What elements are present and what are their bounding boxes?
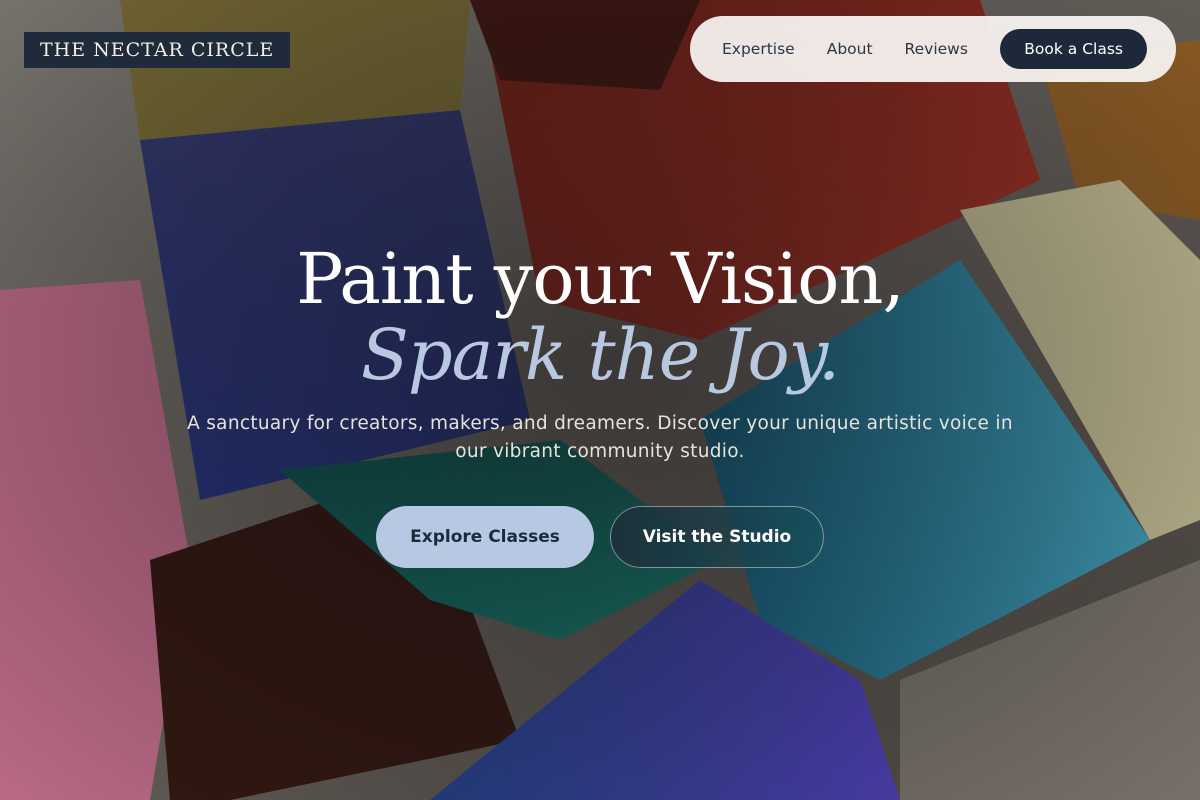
nav-link-reviews[interactable]: Reviews bbox=[905, 40, 968, 58]
hero-subtitle: A sanctuary for creators, makers, and dr… bbox=[187, 413, 1013, 462]
book-class-button[interactable]: Book a Class bbox=[1000, 29, 1147, 69]
hero-headline-accent: Spark the Joy. bbox=[360, 314, 840, 396]
nav-link-about[interactable]: About bbox=[827, 40, 873, 58]
hero-section: Paint your Vision, Spark the Joy. A sanc… bbox=[0, 236, 1200, 568]
explore-classes-button[interactable]: Explore Classes bbox=[376, 506, 594, 568]
top-navigation: Expertise About Reviews Book a Class bbox=[690, 16, 1176, 82]
visit-studio-button[interactable]: Visit the Studio bbox=[610, 506, 824, 568]
nav-link-expertise[interactable]: Expertise bbox=[722, 40, 795, 58]
hero-headline: Paint your Vision, bbox=[296, 238, 905, 320]
brand-logo[interactable]: THE NECTAR CIRCLE bbox=[24, 32, 291, 68]
hero-actions: Explore Classes Visit the Studio bbox=[0, 506, 1200, 568]
